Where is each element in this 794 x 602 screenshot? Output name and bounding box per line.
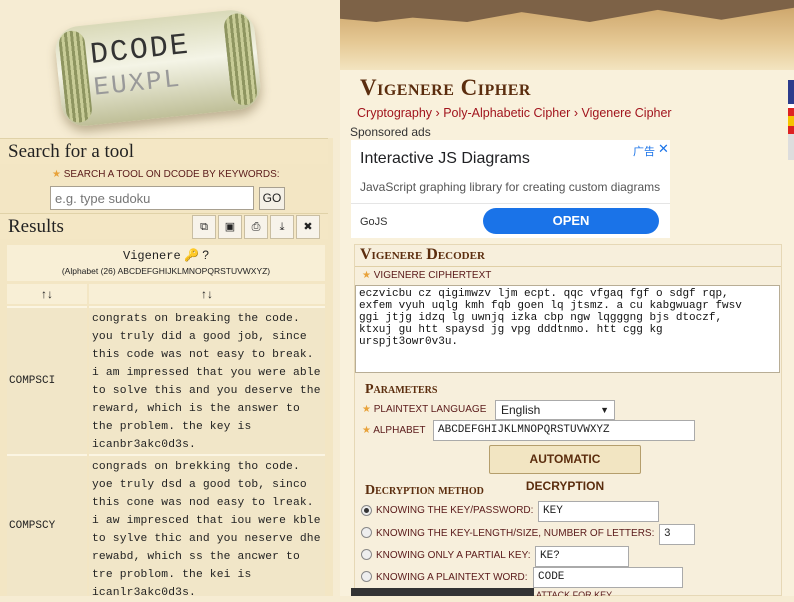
star-icon: ★	[52, 169, 61, 180]
decoder-title: Vigenere Decoder	[360, 246, 485, 263]
result-text: congrats on breaking the code. you truly…	[89, 306, 325, 454]
star-icon: ★	[362, 270, 371, 281]
plaintext-word-input[interactable]: CODE	[533, 567, 683, 588]
sort-key-column[interactable]: ↑↓	[7, 284, 87, 304]
language-value: English	[501, 403, 541, 417]
copy-icon[interactable]: ⧉	[192, 215, 216, 239]
ciphertext-label-text: VIGENERE CIPHERTEXT	[373, 270, 492, 281]
alphabet-label-text: ALPHABET	[373, 425, 426, 436]
result-text: congrads on brekking tho code. yoe truly…	[89, 454, 325, 599]
logo-area[interactable]: DCODE EUXPL	[0, 0, 333, 138]
breadcrumb: Cryptography › Poly-Alphabetic Cipher › …	[357, 106, 672, 120]
ad-description[interactable]: JavaScript graphing library for creating…	[360, 180, 660, 194]
ad-brand: GoJS	[360, 216, 388, 228]
language-flags[interactable]	[788, 80, 794, 160]
parameters-title: Parameters	[365, 382, 438, 397]
ad-open-button[interactable]: OPEN	[483, 208, 659, 234]
breadcrumb-separator: ›	[435, 106, 440, 120]
decoder-title-rule	[355, 266, 781, 267]
breadcrumb-separator: ›	[573, 106, 578, 120]
download-icon[interactable]: ⤓	[270, 215, 294, 239]
alphabet-input[interactable]: ABCDEFGHIJKLMNOPQRSTUVWXYZ	[433, 420, 695, 441]
logo-letters: DCODE EUXPL	[89, 29, 195, 103]
cut-off-label: ATTACK FOR KEY	[536, 590, 613, 596]
results-header: Vigenere 🔑 ? (Alphabet (26) ABCDEFGHIJKL…	[7, 245, 325, 281]
ad-close-icon[interactable]: ✕	[658, 141, 669, 157]
key-length-input[interactable]: 3	[659, 524, 695, 545]
method-label: KNOWING ONLY A PARTIAL KEY:	[376, 550, 531, 561]
ad-title[interactable]: Interactive JS Diagrams	[360, 150, 530, 168]
logo-end-right	[222, 12, 259, 107]
sponsored-label: Sponsored ads	[350, 125, 431, 139]
search-input[interactable]	[50, 186, 254, 210]
print-icon[interactable]: ⎙	[244, 215, 268, 239]
key-input[interactable]: KEY	[538, 501, 659, 522]
automatic-decryption-button[interactable]: AUTOMATIC DECRYPTION	[489, 445, 641, 493]
breadcrumb-cryptography[interactable]: Cryptography	[357, 106, 432, 120]
ciphertext-textarea[interactable]: eczvicbu cz qigimwzv ljm ecpt. qqc vfgaq…	[355, 285, 780, 373]
language-select[interactable]: English ▼	[495, 400, 615, 420]
go-button[interactable]: GO	[259, 187, 285, 210]
key-icon: 🔑	[183, 248, 199, 262]
result-key: COMPSCI	[7, 306, 87, 454]
method-label: KNOWING THE KEY/PASSWORD:	[376, 505, 534, 516]
language-label-text: PLAINTEXT LANGUAGE	[373, 404, 487, 415]
dropdown-arrow-icon: ▼	[600, 405, 609, 415]
ad-choices-icon[interactable]: 广告	[633, 143, 655, 159]
tool-line: Vigenere 🔑 ?	[7, 248, 325, 263]
partial-key-input[interactable]: KE?	[535, 546, 629, 567]
search-label-text: SEARCH A TOOL ON DCODE BY KEYWORDS:	[63, 169, 280, 180]
logo-end-left	[57, 29, 94, 124]
overlay-bar	[351, 588, 534, 596]
alphabet-label: ★ ALPHABET	[362, 425, 425, 436]
close-icon[interactable]: ✖	[296, 215, 320, 239]
tool-name: Vigenere	[123, 249, 181, 263]
star-icon: ★	[362, 425, 371, 436]
ad-divider	[351, 203, 670, 204]
method-label: KNOWING A PLAINTEXT WORD:	[376, 572, 528, 583]
alphabet-note: (Alphabet (26) ABCDEFGHIJKLMNOPQRSTUVWXY…	[61, 266, 271, 276]
method-label: KNOWING THE KEY-LENGTH/SIZE, NUMBER OF L…	[376, 528, 655, 539]
search-label: ★ SEARCH A TOOL ON DCODE BY KEYWORDS:	[52, 169, 280, 180]
breadcrumb-vigenere[interactable]: Vigenere Cipher	[581, 106, 671, 120]
help-link[interactable]: ?	[202, 248, 209, 262]
method-title: Decryption method	[365, 483, 484, 498]
search-section-title: Search for a tool	[0, 138, 328, 164]
dcode-logo[interactable]: DCODE EUXPL	[53, 7, 263, 129]
radio-known-key[interactable]	[361, 505, 372, 516]
ad-banner[interactable]: Interactive JS Diagrams JavaScript graph…	[351, 140, 670, 238]
radio-key-length[interactable]	[361, 527, 372, 538]
result-key: COMPSCY	[7, 454, 87, 596]
save-icon[interactable]: ▣	[218, 215, 242, 239]
page-title: Vigenere Cipher	[360, 75, 531, 100]
star-icon: ★	[362, 404, 371, 415]
breadcrumb-polyalphabetic[interactable]: Poly-Alphabetic Cipher	[443, 106, 570, 120]
ciphertext-label: ★ VIGENERE CIPHERTEXT	[362, 270, 491, 281]
sort-text-column[interactable]: ↑↓	[89, 284, 325, 304]
language-label: ★ PLAINTEXT LANGUAGE	[362, 404, 486, 415]
radio-partial-key[interactable]	[361, 549, 372, 560]
radio-plaintext-word[interactable]	[361, 571, 372, 582]
